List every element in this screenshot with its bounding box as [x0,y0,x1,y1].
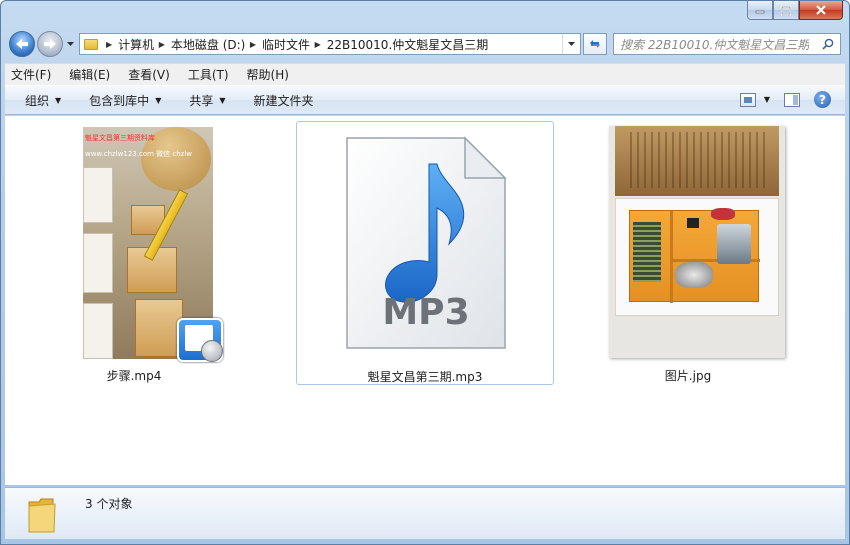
minimize-icon [755,10,765,14]
close-button[interactable] [799,1,843,20]
arrow-right-icon [44,39,56,49]
organize-button[interactable]: 组织 ▼ [25,92,61,109]
item-shape [675,262,713,288]
file-name[interactable]: 步骤.mp4 [5,367,263,384]
command-bar: 组织 ▼ 包含到库中 ▼ 共享 ▼ 新建文件夹 ▼ ? [5,85,845,115]
recent-pages-dropdown[interactable] [65,31,75,57]
shelf-shape [83,233,113,293]
file-item-image[interactable]: 图片.jpg [559,121,817,385]
menu-tools[interactable]: 工具(T) [188,66,229,83]
menu-file[interactable]: 文件(F) [11,66,51,83]
share-label: 共享 [189,93,214,108]
include-in-library-button[interactable]: 包含到库中 ▼ [89,92,161,109]
breadcrumb-current-folder[interactable]: 22B10010.仲文魁星文昌三期 [327,36,489,53]
navigation-row: ▶ 计算机 ▶ 本地磁盘 (D:) ▶ 临时文件 ▶ 22B10010.仲文魁星… [9,29,841,59]
video-file-icon [177,318,223,362]
video-watermark-top: 魁星文昌第三期资料库 [85,134,155,142]
item-count: 3 个对象 [85,497,133,511]
box-lid-image [615,126,779,196]
menu-bar: 文件(F) 编辑(E) 查看(V) 工具(T) 帮助(H) [5,63,845,85]
minimize-button[interactable] [747,1,773,20]
maximize-icon [781,5,791,15]
item-shape [717,224,751,264]
new-folder-label: 新建文件夹 [253,93,314,108]
file-list-view[interactable]: 魁星文昌第三期资料库 www.chzlw123.com 微信 chzlw 步骤.… [5,116,845,485]
close-icon [816,5,826,15]
menu-edit[interactable]: 编辑(E) [69,66,110,83]
image-thumbnail [609,126,785,358]
breadcrumb-temp-folder[interactable]: 临时文件 [262,36,310,53]
arrow-left-icon [16,39,28,49]
explorer-window: ▶ 计算机 ▶ 本地磁盘 (D:) ▶ 临时文件 ▶ 22B10010.仲文魁星… [0,0,850,545]
menu-help[interactable]: 帮助(H) [247,66,289,83]
shelf-shape [83,303,113,359]
address-bar[interactable]: ▶ 计算机 ▶ 本地磁盘 (D:) ▶ 临时文件 ▶ 22B10010.仲文魁星… [79,33,581,55]
preview-pane-icon[interactable] [784,92,800,107]
breadcrumb-drive-d[interactable]: 本地磁盘 (D:) [171,36,245,53]
menu-view[interactable]: 查看(V) [128,66,170,83]
maximize-button[interactable] [773,1,799,20]
breadcrumb-separator-icon[interactable]: ▶ [312,40,321,49]
mp3-file-icon: MP3 [346,136,507,349]
back-button[interactable] [9,31,35,57]
chevron-down-icon: ▼ [55,95,62,105]
forward-button[interactable] [37,31,63,57]
breadcrumb-separator-icon[interactable]: ▶ [106,40,112,49]
breadcrumb-computer[interactable]: 计算机 [118,36,154,53]
wood-block [135,299,183,357]
organize-label: 组织 [25,93,50,108]
search-input[interactable]: 搜索 22B10010.仲文魁星文昌三期 [613,33,841,55]
share-button[interactable]: 共享 ▼ [189,92,225,109]
view-mode-icon [739,92,756,107]
breadcrumb-separator-icon[interactable]: ▶ [247,40,256,49]
breadcrumb-separator-icon[interactable]: ▶ [156,40,165,49]
refresh-button[interactable] [583,33,607,55]
shelf-shape [83,167,113,223]
chevron-down-icon: ▼ [763,95,770,104]
window-controls [747,1,843,21]
folder-icon [28,498,56,533]
new-folder-button[interactable]: 新建文件夹 [254,92,314,109]
chevron-down-icon [66,41,74,46]
item-shape [687,218,699,228]
change-view-button[interactable]: ▼ [739,92,770,107]
help-icon[interactable]: ? [814,91,831,108]
search-placeholder: 搜索 22B10010.仲文魁星文昌三期 [620,37,810,52]
file-item-mp3[interactable]: MP3 魁星文昌第三期.mp3 [296,121,554,385]
mp3-label: MP3 [382,292,469,333]
refresh-icon [590,40,600,48]
chevron-down-icon: ▼ [219,95,226,105]
file-item-video[interactable]: 魁星文昌第三期资料库 www.chzlw123.com 微信 chzlw 步骤.… [5,121,263,385]
folder-icon [84,38,98,50]
view-tools: ▼ ? [739,91,831,108]
search-icon[interactable] [822,38,834,50]
status-bar: 3 个对象 [5,487,845,539]
include-library-label: 包含到库中 [89,93,150,108]
address-history-dropdown[interactable] [562,34,580,54]
file-name[interactable]: 图片.jpg [559,367,817,384]
item-shape [711,208,735,220]
file-name[interactable]: 魁星文昌第三期.mp3 [297,368,553,385]
chevron-down-icon [568,41,575,46]
video-watermark-bottom: www.chzlw123.com 微信 chzlw [85,150,193,158]
item-shape [633,222,661,282]
chevron-down-icon: ▼ [155,95,162,105]
